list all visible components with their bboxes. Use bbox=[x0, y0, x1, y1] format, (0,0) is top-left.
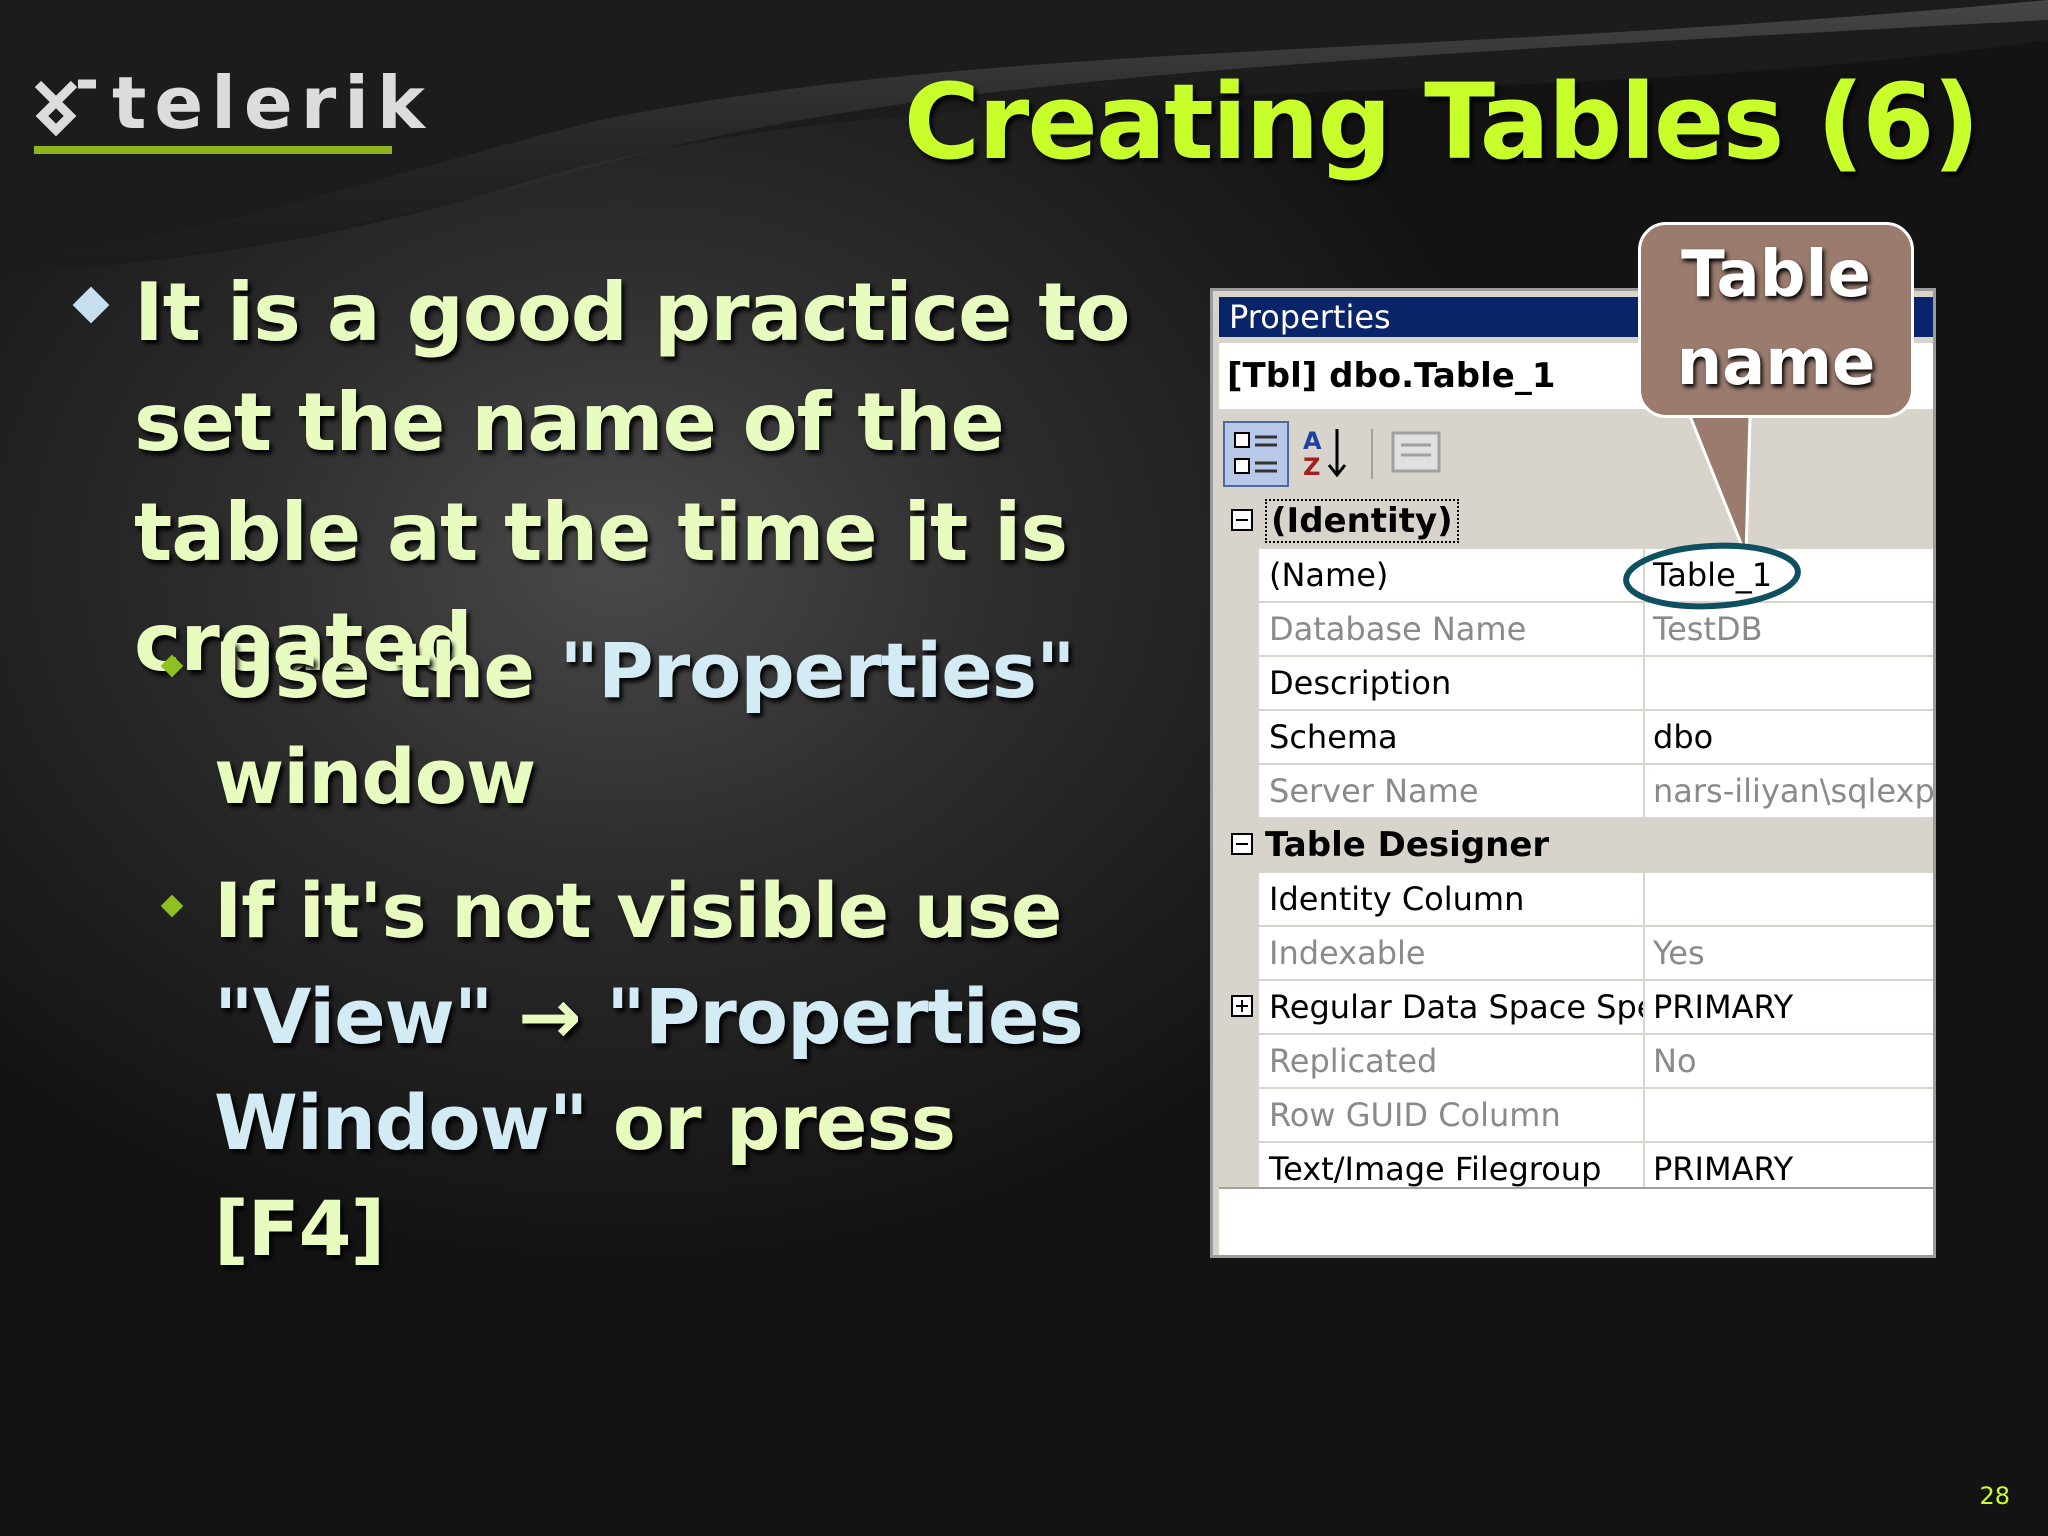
sub-bullet-1-prefix: Use the bbox=[214, 626, 560, 715]
category-label: Table Designer bbox=[1265, 825, 1550, 865]
categorized-icon bbox=[1234, 432, 1277, 474]
property-name: Row GUID Column bbox=[1259, 1089, 1643, 1141]
callout-line-2: name bbox=[1676, 326, 1876, 400]
property-name: Regular Data Space Spec bbox=[1259, 981, 1643, 1033]
category-label: (Identity) bbox=[1265, 499, 1459, 543]
property-name: (Name) bbox=[1259, 549, 1643, 601]
property-value[interactable]: Table_1 bbox=[1645, 549, 1933, 601]
svg-text:Z: Z bbox=[1303, 453, 1320, 481]
callout-line-1: Table bbox=[1681, 238, 1871, 312]
description-pane bbox=[1219, 1187, 1933, 1255]
alphabetical-button[interactable]: A Z bbox=[1295, 421, 1361, 487]
sub-bullet-2-prefix: If it's not visible use bbox=[214, 866, 1062, 955]
property-row[interactable]: Indexable Yes bbox=[1219, 927, 1933, 981]
property-value: No bbox=[1645, 1035, 1933, 1087]
property-grid: (Identity) (Name) Table_1 Database Name Te… bbox=[1219, 495, 1933, 1197]
property-name: Replicated bbox=[1259, 1035, 1643, 1087]
property-row[interactable]: Database Name TestDB bbox=[1219, 603, 1933, 657]
property-row[interactable]: Row GUID Column bbox=[1219, 1089, 1933, 1143]
property-value: nars-iliyan\sqlexpr bbox=[1645, 765, 1933, 817]
properties-window: Properties [Tbl] dbo.Table_1 A Z (Identi… bbox=[1210, 288, 1936, 1258]
alphabetical-icon: A Z bbox=[1303, 427, 1347, 481]
property-value[interactable]: PRIMARY bbox=[1645, 981, 1933, 1033]
toolbar-separator bbox=[1371, 429, 1373, 479]
property-row[interactable]: (Name) Table_1 bbox=[1219, 549, 1933, 603]
property-name: Schema bbox=[1259, 711, 1643, 763]
slide-title: Creating Tables (6) bbox=[903, 61, 1980, 183]
telerik-logo: telerik bbox=[34, 58, 425, 158]
property-pages-icon bbox=[1391, 431, 1441, 473]
property-value bbox=[1645, 1089, 1933, 1141]
sub-bullet-1-suffix: window bbox=[214, 732, 536, 821]
collapse-icon[interactable] bbox=[1231, 833, 1253, 855]
categorized-button[interactable] bbox=[1223, 421, 1289, 487]
collapse-icon[interactable] bbox=[1231, 509, 1253, 531]
property-row[interactable]: Regular Data Space Spec PRIMARY bbox=[1219, 981, 1933, 1035]
property-row[interactable]: Description bbox=[1219, 657, 1933, 711]
expand-icon[interactable] bbox=[1231, 995, 1253, 1017]
page-number: 28 bbox=[1979, 1482, 2010, 1510]
logo-text: telerik bbox=[112, 61, 433, 145]
property-name: Database Name bbox=[1259, 603, 1643, 655]
sub-bullet-2-quoted-view: "View" bbox=[214, 972, 493, 1061]
sub-bullet-1: Use the "Properties" window bbox=[214, 618, 1114, 830]
table-name-callout: Table name bbox=[1638, 222, 1914, 418]
property-name: Identity Column bbox=[1259, 873, 1643, 925]
telerik-logo-icon bbox=[34, 79, 96, 137]
svg-text:A: A bbox=[1303, 427, 1322, 455]
sub-bullet-1-quoted: "Properties" bbox=[559, 626, 1075, 715]
property-value[interactable] bbox=[1645, 873, 1933, 925]
property-value: TestDB bbox=[1645, 603, 1933, 655]
property-value: Yes bbox=[1645, 927, 1933, 979]
category-table-designer[interactable]: Table Designer bbox=[1219, 819, 1933, 873]
property-name: Indexable bbox=[1259, 927, 1643, 979]
category-identity[interactable]: (Identity) bbox=[1219, 495, 1933, 549]
property-row[interactable]: Identity Column bbox=[1219, 873, 1933, 927]
logo-underline bbox=[34, 146, 392, 154]
property-row[interactable]: Schema dbo bbox=[1219, 711, 1933, 765]
sub-bullet-2: If it's not visible use "View" → "Proper… bbox=[214, 858, 1114, 1282]
property-name: Server Name bbox=[1259, 765, 1643, 817]
property-name: Description bbox=[1259, 657, 1643, 709]
property-value[interactable] bbox=[1645, 657, 1933, 709]
property-pages-button[interactable] bbox=[1385, 421, 1451, 487]
property-row[interactable]: Server Name nars-iliyan\sqlexpr bbox=[1219, 765, 1933, 819]
sub-bullet-diamond bbox=[160, 894, 184, 918]
property-row[interactable]: Replicated No bbox=[1219, 1035, 1933, 1089]
arrow-icon: → bbox=[492, 972, 607, 1061]
property-value[interactable]: dbo bbox=[1645, 711, 1933, 763]
properties-toolbar: A Z bbox=[1219, 415, 1933, 491]
